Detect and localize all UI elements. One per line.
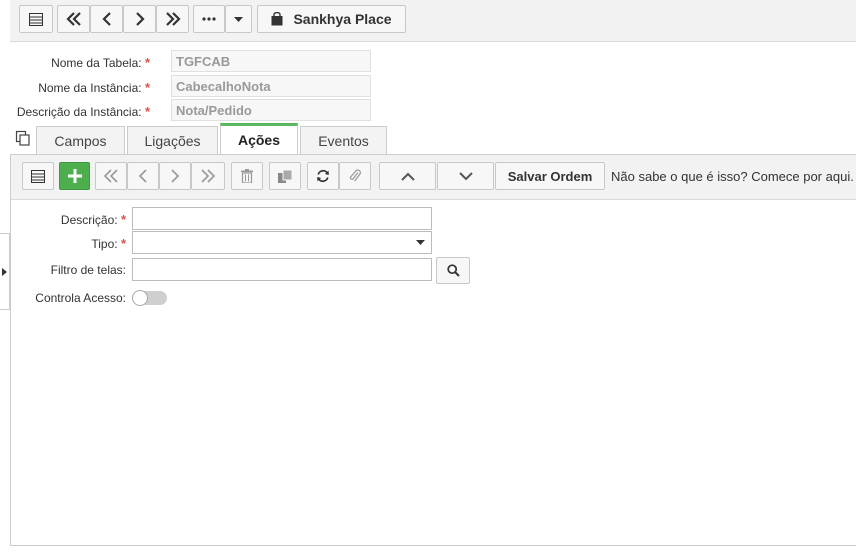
required-mark: *: [120, 236, 126, 251]
caret-right-icon: [2, 268, 7, 276]
search-icon: [446, 264, 460, 277]
attach-button[interactable]: [339, 162, 371, 190]
save-order-label: Salvar Ordem: [507, 168, 593, 184]
instance-name-label-text: Nome da Instância:: [38, 81, 142, 95]
trash-icon: [241, 169, 253, 183]
type-label: Tipo: *: [91, 236, 126, 251]
chevron-up-icon: [400, 172, 415, 181]
side-panel-handle[interactable]: [0, 233, 10, 310]
required-mark: *: [144, 55, 150, 70]
move-up-button[interactable]: [379, 162, 436, 190]
help-hint-link[interactable]: Não sabe o que é isso? Comece por aqui.: [611, 169, 854, 184]
instance-name-label: Nome da Instância: *: [38, 80, 150, 95]
table-name-field: TGFCAB: [171, 50, 371, 72]
description-input[interactable]: [132, 207, 432, 230]
description-label: Descrição: *: [61, 212, 126, 227]
required-mark: *: [144, 80, 150, 95]
refresh-icon: [317, 169, 329, 183]
previous-record-button[interactable]: [127, 162, 159, 190]
tab-campos[interactable]: Campos: [36, 126, 125, 154]
tab-ligacoes-label: Ligações: [144, 132, 201, 149]
chevron-left-icon: [101, 12, 111, 26]
duplicate-icon: [278, 169, 292, 183]
delete-button[interactable]: [231, 162, 263, 190]
move-down-button[interactable]: [437, 162, 494, 190]
more-options-button[interactable]: [193, 5, 225, 33]
grid-view-button[interactable]: [22, 162, 54, 190]
tab-acoes[interactable]: Ações: [220, 123, 298, 154]
grid-icon: [29, 12, 43, 26]
caret-down-icon: [416, 240, 425, 245]
top-toolbar: Sankhya Place: [10, 0, 856, 42]
chevron-right-icon: [171, 169, 180, 183]
grid-icon: [31, 169, 45, 183]
double-chevron-left-icon: [65, 12, 81, 26]
screen-filter-label: Filtro de telas:: [51, 263, 126, 277]
copy-icon[interactable]: [15, 130, 31, 146]
access-control-toggle[interactable]: [132, 290, 167, 306]
required-mark: *: [144, 104, 150, 119]
first-record-button[interactable]: [95, 162, 127, 190]
required-mark: *: [120, 212, 126, 227]
tab-ligacoes[interactable]: Ligações: [127, 126, 218, 154]
actions-toolbar: Salvar Ordem Não sabe o que é isso? Come…: [11, 155, 856, 200]
plus-icon: [67, 169, 82, 183]
grid-view-button[interactable]: [19, 5, 53, 33]
caret-down-icon: [234, 16, 243, 22]
table-name-label-text: Nome da Tabela:: [51, 56, 142, 70]
paperclip-icon: [349, 169, 361, 182]
tab-acoes-label: Ações: [237, 132, 281, 148]
add-button[interactable]: [59, 162, 90, 190]
screen-filter-label-text: Filtro de telas:: [50, 263, 126, 277]
access-control-label-text: Controla Acesso:: [35, 291, 126, 305]
next-record-button[interactable]: [159, 162, 191, 190]
options-dropdown-button[interactable]: [225, 5, 252, 33]
tab-campos-label: Campos: [54, 132, 107, 149]
duplicate-button[interactable]: [269, 162, 301, 190]
last-record-button[interactable]: [191, 162, 225, 190]
instance-description-field: Nota/Pedido: [171, 99, 371, 121]
previous-record-button[interactable]: [90, 5, 123, 33]
search-button[interactable]: [436, 257, 470, 284]
toggle-knob: [132, 290, 148, 306]
chevron-left-icon: [138, 169, 147, 183]
tab-eventos-label: Eventos: [318, 132, 369, 149]
instance-description-label: Descrição da Instância: *: [17, 104, 150, 119]
tab-bar: Campos Ligações Ações Eventos: [10, 123, 856, 154]
next-record-button[interactable]: [123, 5, 156, 33]
screen-filter-input[interactable]: [132, 258, 432, 281]
last-record-button[interactable]: [156, 5, 189, 33]
double-chevron-right-icon: [165, 12, 181, 26]
description-label-text: Descrição:: [60, 213, 118, 227]
instance-description-label-text: Descrição da Instância:: [16, 105, 142, 119]
instance-name-field: CabecalhoNota: [171, 75, 371, 97]
actions-panel: Salvar Ordem Não sabe o que é isso? Come…: [10, 154, 856, 546]
chevron-right-icon: [135, 12, 145, 26]
save-order-button[interactable]: Salvar Ordem: [495, 162, 605, 190]
first-record-button[interactable]: [57, 5, 90, 33]
bag-icon: [271, 12, 283, 26]
chevron-down-icon: [458, 171, 473, 180]
refresh-button[interactable]: [307, 162, 339, 190]
table-name-label: Nome da Tabela: *: [51, 55, 150, 70]
type-select[interactable]: [132, 231, 432, 254]
type-label-text: Tipo:: [91, 237, 118, 251]
more-icon: [202, 17, 216, 21]
tab-eventos[interactable]: Eventos: [300, 126, 387, 154]
access-control-label: Controla Acesso:: [35, 291, 126, 305]
double-chevron-left-icon: [103, 169, 118, 183]
double-chevron-right-icon: [201, 169, 216, 183]
sankhya-place-label: Sankhya Place: [293, 11, 392, 27]
sankhya-place-button[interactable]: Sankhya Place: [257, 5, 406, 33]
